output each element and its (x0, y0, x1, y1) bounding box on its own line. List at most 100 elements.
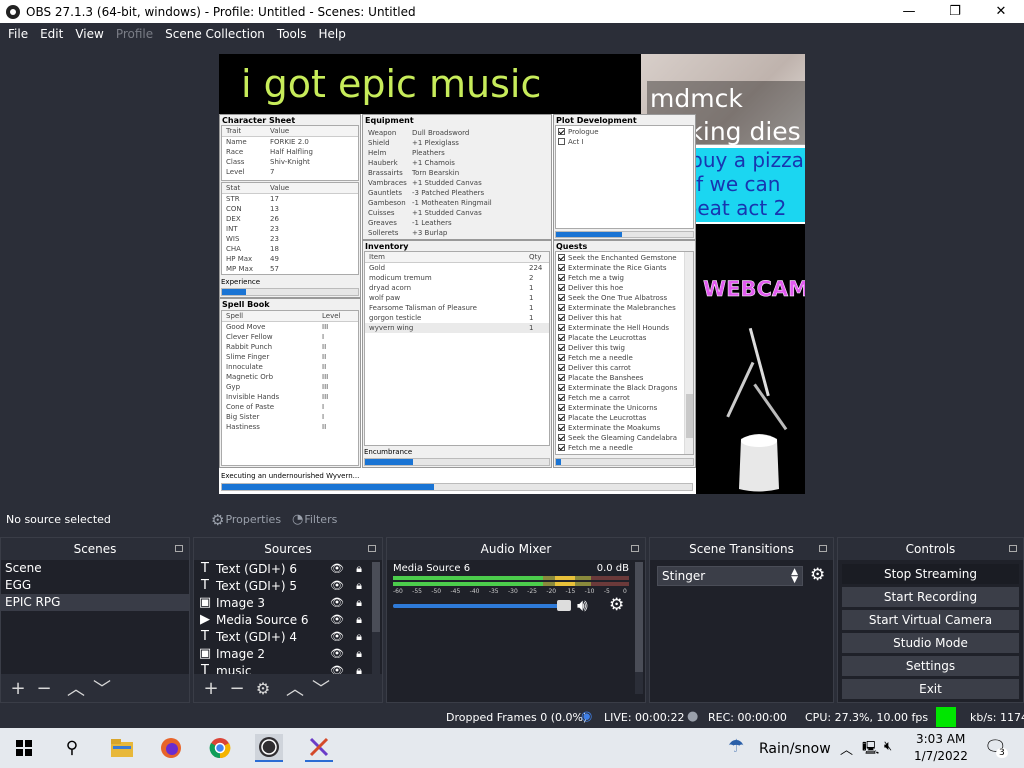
spell-row[interactable]: Slime Finger II (222, 352, 358, 362)
move-down-icon[interactable]: ﹀ (312, 675, 330, 701)
filters-button[interactable]: ◔ Filters (292, 509, 337, 530)
checkbox-icon[interactable] (558, 274, 565, 281)
obs-taskbar-button[interactable] (255, 734, 283, 762)
quest-list-scrollbar[interactable] (684, 252, 693, 454)
quest-item[interactable]: Seek the One True Albatross (556, 293, 693, 303)
equipment-row[interactable]: Gauntlets -3 Patched Pleathers (364, 188, 550, 198)
equipment-row[interactable]: Shield +1 Plexiglass (364, 138, 550, 148)
stat-row[interactable]: WIS 23 (222, 234, 358, 244)
lock-icon[interactable]: 🔒︎ (348, 579, 370, 593)
eye-icon[interactable]: 👁︎ (326, 630, 348, 643)
source-properties-gear-icon[interactable]: ⚙ (254, 679, 272, 698)
quest-item[interactable]: Exterminate the Black Dragons (556, 383, 693, 393)
checkbox-icon[interactable] (558, 324, 565, 331)
equipment-row[interactable]: Greaves -1 Leathers (364, 218, 550, 228)
trait-row[interactable]: Class Shiv-Knight (222, 157, 358, 167)
equipment-row[interactable]: Hauberk +1 Chamois (364, 158, 550, 168)
menu-scene-collection[interactable]: Scene Collection (159, 27, 271, 41)
checkbox-icon[interactable] (558, 394, 565, 401)
quest-item[interactable]: Placate the Banshees (556, 373, 693, 383)
float-icon[interactable] (631, 545, 639, 552)
stats-list[interactable]: Stat Value STR 17 CON 13 DEX 26 INT 23 WIS 23 CHA 18… (221, 182, 359, 275)
stat-row[interactable]: STR 17 (222, 194, 358, 204)
inventory-row[interactable]: Gold 224 (365, 263, 549, 273)
float-icon[interactable] (175, 545, 183, 552)
checkbox-icon[interactable] (558, 344, 565, 351)
remove-scene-button[interactable]: − (35, 678, 53, 699)
checkbox-icon[interactable] (558, 294, 565, 301)
quest-item[interactable]: Exterminate the Rice Giants (556, 263, 693, 273)
move-down-icon[interactable]: ﹀ (93, 675, 111, 701)
equipment-row[interactable]: Cuisses +1 Studded Canvas (364, 208, 550, 218)
source-item[interactable]: ▶ Media Source 6 👁︎ 🔒︎ (194, 611, 370, 628)
chevron-up-icon[interactable]: ︿ (840, 739, 853, 758)
volume-slider-handle[interactable] (557, 600, 571, 611)
scene-item[interactable]: EGG (1, 577, 189, 594)
spell-row[interactable]: Cone of Paste I (222, 402, 358, 412)
stat-row[interactable]: CON 13 (222, 204, 358, 214)
equipment-row[interactable]: Sollerets +3 Burlap (364, 228, 550, 238)
speaker-icon[interactable]: 🔊︎ (577, 596, 588, 616)
float-icon[interactable] (1009, 545, 1017, 552)
inventory-row[interactable]: wyvern wing 1 (365, 323, 549, 333)
equipment-row[interactable]: Brassairts Torn Bearskin (364, 168, 550, 178)
menu-view[interactable]: View (69, 27, 109, 41)
game-taskbar-button[interactable] (305, 734, 333, 762)
eye-icon[interactable]: 👁︎ (326, 596, 348, 609)
checkbox-icon[interactable] (558, 334, 565, 341)
settings-button[interactable]: Settings (842, 656, 1019, 676)
source-item[interactable]: T Text (GDI+) 4 👁︎ 🔒︎ (194, 628, 370, 645)
checkbox-icon[interactable] (558, 254, 565, 261)
quest-item[interactable]: Placate the Leucrottas (556, 333, 693, 343)
checkbox-icon[interactable] (558, 264, 565, 271)
quest-item[interactable]: Exterminate the Unicorns (556, 403, 693, 413)
equipment-row[interactable]: Gambeson -1 Motheaten Ringmail (364, 198, 550, 208)
eye-icon[interactable]: 👁︎ (326, 562, 348, 575)
audio-settings-gear-icon[interactable]: ⚙ (609, 595, 624, 615)
quest-item[interactable]: Fetch me a needle (556, 443, 693, 453)
traits-list[interactable]: Trait Value Name FORKIE 2.0 Race Half Halfli… (221, 125, 359, 181)
stat-row[interactable]: DEX 26 (222, 214, 358, 224)
quest-item[interactable]: Exterminate the Moakums (556, 423, 693, 433)
menu-tools[interactable]: Tools (271, 27, 313, 41)
trait-row[interactable]: Race Half Halfling (222, 147, 358, 157)
spell-row[interactable]: Hastiness II (222, 422, 358, 432)
move-up-icon[interactable]: ︿ (67, 675, 85, 701)
quest-item[interactable]: Fetch me a carrot (556, 393, 693, 403)
move-up-icon[interactable]: ︿ (286, 675, 304, 701)
equipment-row[interactable]: Helm Pleathers (364, 148, 550, 158)
trait-row[interactable]: Name FORKIE 2.0 (222, 137, 358, 147)
scene-item[interactable]: EPIC RPG (1, 594, 189, 611)
source-item[interactable]: ▣ Image 3 👁︎ 🔒︎ (194, 594, 370, 611)
clock-time[interactable]: 3:03 AM (916, 732, 965, 746)
preview-canvas[interactable]: i got epic music mdmck fucking dies ill … (219, 54, 805, 494)
quest-item[interactable]: Deliver this twig (556, 343, 693, 353)
exit-button[interactable]: Exit (842, 679, 1019, 699)
quest-item[interactable]: Seek the Gleaming Candelabra (556, 433, 693, 443)
spell-row[interactable]: Innoculate II (222, 362, 358, 372)
eye-icon[interactable]: 👁︎ (326, 613, 348, 626)
spell-row[interactable]: Invisible Hands III (222, 392, 358, 402)
level-column-header[interactable]: Level (318, 311, 340, 321)
value-column-header[interactable]: Value (266, 126, 289, 136)
trait-column-header[interactable]: Trait (222, 126, 266, 136)
checkbox-icon[interactable] (558, 414, 565, 421)
checkbox-icon[interactable] (558, 384, 565, 391)
stat-row[interactable]: INT 23 (222, 224, 358, 234)
spell-row[interactable]: Big Sister I (222, 412, 358, 422)
start-virtual-camera-button[interactable]: Start Virtual Camera (842, 610, 1019, 630)
quest-item[interactable]: Seek the Enchanted Gemstone (556, 253, 693, 263)
scene-item[interactable]: Scene (1, 560, 189, 577)
trait-row[interactable]: Level 7 (222, 167, 358, 177)
lock-icon[interactable]: 🔒︎ (348, 647, 370, 661)
source-list[interactable]: T Text (GDI+) 6 👁︎ 🔒︎ T Text (GDI+) 5 👁︎ 🔒︎ ▣ Ima… (194, 560, 382, 675)
source-item[interactable]: T Text (GDI+) 5 👁︎ 🔒︎ (194, 577, 370, 594)
item-column-header[interactable]: Item (365, 252, 525, 262)
plot-item[interactable]: Act I (556, 137, 693, 147)
checkbox-icon[interactable] (558, 304, 565, 311)
checkbox-icon[interactable] (558, 434, 565, 441)
checkbox-icon[interactable] (558, 284, 565, 291)
plot-list[interactable]: Prologue Act I (555, 125, 694, 229)
source-item[interactable]: T Text (GDI+) 6 👁︎ 🔒︎ (194, 560, 370, 577)
lock-icon[interactable]: 🔒︎ (348, 562, 370, 576)
